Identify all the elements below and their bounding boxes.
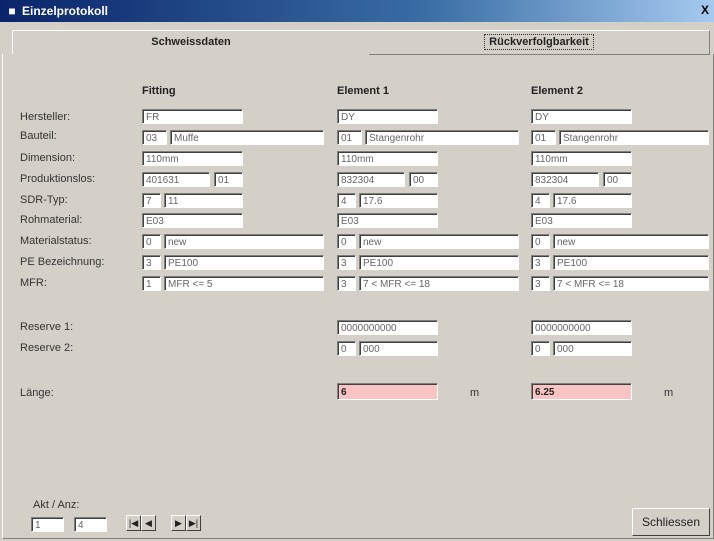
label-mfr: MFR:: [20, 277, 47, 289]
fitting-bauteil-name-field[interactable]: Muffe: [170, 130, 324, 145]
fitting-prodlos1-field[interactable]: 401631: [142, 172, 210, 187]
anz-field[interactable]: 4: [74, 517, 107, 532]
element1-laenge-field[interactable]: 6: [337, 383, 438, 400]
first-record-icon[interactable]: |◀: [126, 515, 141, 531]
fitting-sdr1-field[interactable]: 7: [142, 193, 161, 208]
element1-pe-name-field[interactable]: PE100: [359, 255, 519, 270]
element1-mat-name-field[interactable]: new: [359, 234, 519, 249]
fitting-rohmaterial-field[interactable]: E03: [142, 213, 243, 228]
element1-reserve2-value-field[interactable]: 000: [359, 341, 438, 356]
element2-prodlos1-field[interactable]: 832304: [531, 172, 599, 187]
element2-reserve2-value-field[interactable]: 000: [553, 341, 632, 356]
element1-hersteller-field[interactable]: DY: [337, 109, 438, 124]
window-title: Einzelprotokoll: [22, 4, 109, 18]
element2-sdr2-field[interactable]: 17.6: [553, 193, 632, 208]
label-bauteil: Bauteil:: [20, 130, 57, 142]
label-reserve2: Reserve 2:: [20, 342, 74, 354]
label-sdr-typ: SDR-Typ:: [20, 194, 68, 206]
element2-laenge-field[interactable]: 6.25: [531, 383, 632, 400]
element2-sdr1-field[interactable]: 4: [531, 193, 550, 208]
label-hersteller: Hersteller:: [20, 111, 71, 123]
fitting-mat-name-field[interactable]: new: [164, 234, 324, 249]
element2-pe-code-field[interactable]: 3: [531, 255, 550, 270]
element1-reserve2-code-field[interactable]: 0: [337, 341, 356, 356]
tab-rueckverfolgbarkeit[interactable]: Rückverfolgbarkeit: [369, 30, 710, 55]
element2-bauteil-code-field[interactable]: 01: [531, 130, 556, 145]
close-button[interactable]: Schliessen: [632, 508, 710, 536]
tab-panel: [2, 54, 714, 539]
label-reserve1: Reserve 1:: [20, 321, 74, 333]
label-rohmaterial: Rohmaterial:: [20, 214, 83, 226]
label-produktionslos: Produktionslos:: [20, 173, 96, 185]
element1-prodlos2-field[interactable]: 00: [409, 172, 438, 187]
fitting-mfr-code-field[interactable]: 1: [142, 276, 161, 291]
element1-prodlos1-field[interactable]: 832304: [337, 172, 405, 187]
label-dimension: Dimension:: [20, 152, 76, 164]
fitting-prodlos2-field[interactable]: 01: [214, 172, 243, 187]
element2-mat-name-field[interactable]: new: [553, 234, 709, 249]
element1-reserve1-field[interactable]: 0000000000: [337, 320, 438, 335]
column-header-element2: Element 2: [531, 85, 583, 97]
akt-anz-label: Akt / Anz:: [33, 499, 80, 511]
column-header-fitting: Fitting: [142, 85, 176, 97]
element1-mat-code-field[interactable]: 0: [337, 234, 356, 249]
element2-pe-name-field[interactable]: PE100: [553, 255, 709, 270]
label-laenge: Länge:: [20, 387, 54, 399]
element1-sdr2-field[interactable]: 17.6: [359, 193, 438, 208]
fitting-dimension-field[interactable]: 110mm: [142, 151, 243, 166]
fitting-mfr-name-field[interactable]: MFR <= 5: [164, 276, 324, 291]
app-icon: ■: [8, 4, 16, 18]
element1-sdr1-field[interactable]: 4: [337, 193, 356, 208]
prev-record-icon[interactable]: ◀: [141, 515, 156, 531]
fitting-hersteller-field[interactable]: FR: [142, 109, 243, 124]
element2-reserve1-field[interactable]: 0000000000: [531, 320, 632, 335]
element2-mfr-name-field[interactable]: 7 < MFR <= 18: [553, 276, 709, 291]
element2-prodlos2-field[interactable]: 00: [603, 172, 632, 187]
element1-rohmaterial-field[interactable]: E03: [337, 213, 438, 228]
fitting-pe-name-field[interactable]: PE100: [164, 255, 324, 270]
fitting-pe-code-field[interactable]: 3: [142, 255, 161, 270]
element1-bauteil-name-field[interactable]: Stangenrohr: [365, 130, 519, 145]
element2-mfr-code-field[interactable]: 3: [531, 276, 550, 291]
title-bar: ■ Einzelprotokoll X: [0, 0, 714, 22]
fitting-bauteil-code-field[interactable]: 03: [142, 130, 167, 145]
akt-field[interactable]: 1: [31, 517, 64, 532]
element1-mfr-name-field[interactable]: 7 < MFR <= 18: [359, 276, 519, 291]
element1-bauteil-code-field[interactable]: 01: [337, 130, 362, 145]
element1-dimension-field[interactable]: 110mm: [337, 151, 438, 166]
element2-mat-code-field[interactable]: 0: [531, 234, 550, 249]
element2-laenge-unit: m: [664, 387, 674, 399]
element2-rohmaterial-field[interactable]: E03: [531, 213, 632, 228]
label-materialstatus: Materialstatus:: [20, 235, 92, 247]
label-pe-bezeichnung: PE Bezeichnung:: [20, 256, 105, 268]
next-record-icon[interactable]: ▶: [171, 515, 186, 531]
column-header-element1: Element 1: [337, 85, 389, 97]
element1-mfr-code-field[interactable]: 3: [337, 276, 356, 291]
element1-pe-code-field[interactable]: 3: [337, 255, 356, 270]
element2-dimension-field[interactable]: 110mm: [531, 151, 632, 166]
element2-hersteller-field[interactable]: DY: [531, 109, 632, 124]
element2-bauteil-name-field[interactable]: Stangenrohr: [559, 130, 709, 145]
tab-rueckverfolgbarkeit-label: Rückverfolgbarkeit: [484, 34, 594, 50]
element1-laenge-unit: m: [470, 387, 480, 399]
element2-reserve2-code-field[interactable]: 0: [531, 341, 550, 356]
close-window-icon[interactable]: X: [698, 3, 712, 17]
fitting-mat-code-field[interactable]: 0: [142, 234, 161, 249]
last-record-icon[interactable]: ▶|: [186, 515, 201, 531]
fitting-sdr2-field[interactable]: 11: [164, 193, 243, 208]
tab-schweissdaten[interactable]: Schweissdaten: [12, 30, 370, 54]
